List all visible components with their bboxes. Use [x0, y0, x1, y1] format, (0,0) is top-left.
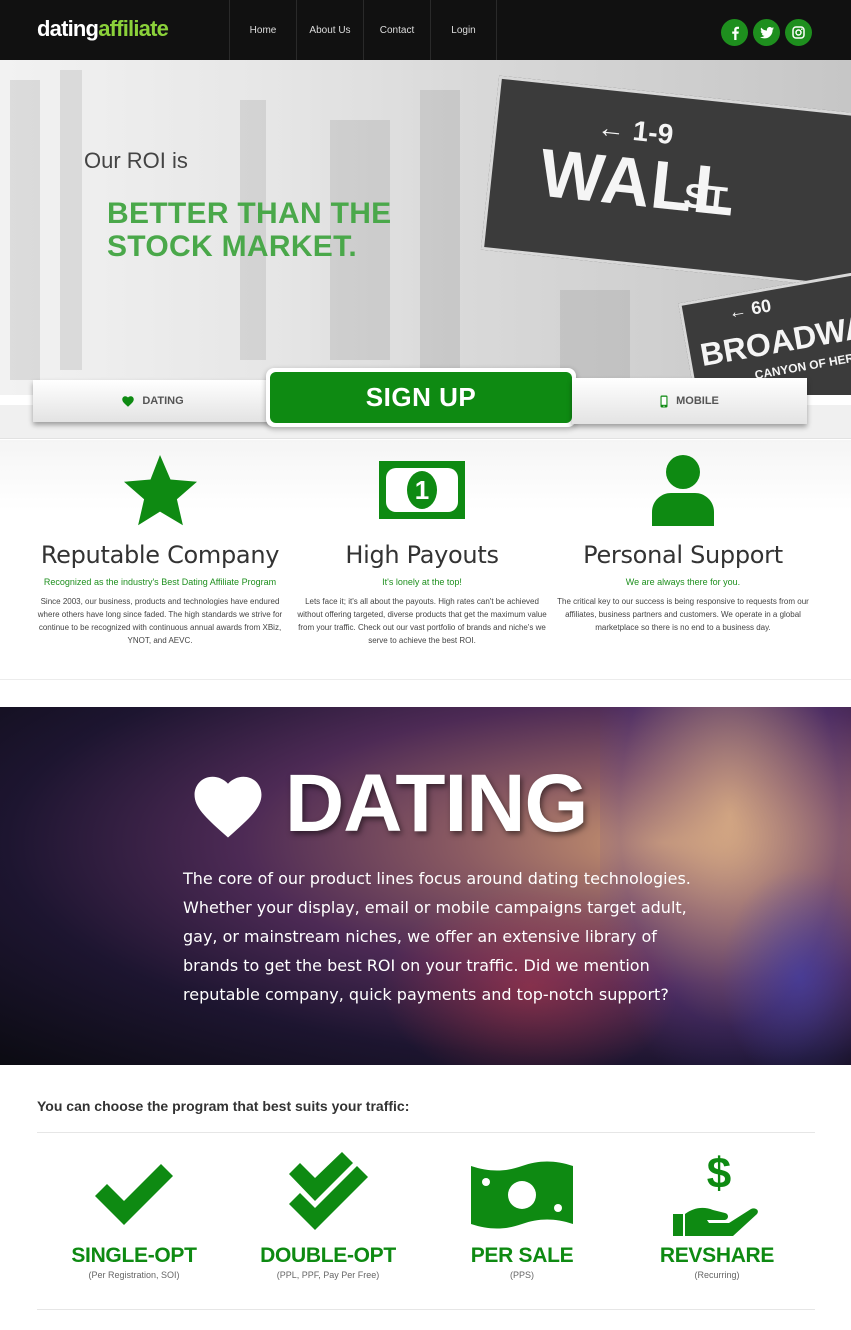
program-double-opt: DOUBLE-OPT (PPL, PPF, Pay Per Free)	[233, 1150, 423, 1280]
program-single-opt: SINGLE-OPT (Per Registration, SOI)	[39, 1150, 229, 1280]
feature-high-payouts: 1 High Payouts It's lonely at the top! L…	[292, 450, 552, 647]
dating-banner: DATING The core of our product lines foc…	[0, 707, 851, 1065]
feature-personal-support: Personal Support We are always there for…	[553, 450, 813, 634]
feature-tagline: It's lonely at the top!	[382, 577, 462, 587]
feature-description: Since 2003, our business, products and t…	[37, 597, 283, 645]
program-subtitle: (Per Registration, SOI)	[88, 1270, 180, 1280]
heart-icon	[194, 776, 262, 838]
tab-dating[interactable]: DATING	[33, 380, 273, 422]
program-title: SINGLE-OPT	[71, 1244, 197, 1267]
hand-dollar-icon: $	[673, 1152, 758, 1236]
facebook-icon[interactable]	[721, 19, 748, 46]
signup-button[interactable]: SIGN UP	[266, 368, 576, 427]
program-subtitle: (PPS)	[509, 1270, 534, 1280]
program-title: REVSHARE	[659, 1244, 775, 1267]
dollar-bill-icon: 1	[379, 461, 465, 519]
hero-title: BETTER THAN THE STOCK MARKET.	[107, 197, 392, 263]
program-subtitle: (PPL, PPF, Pay Per Free)	[276, 1270, 380, 1280]
wall-street-sign: ← 1-9 WALL ST	[480, 75, 851, 290]
signup-label: SIGN UP	[270, 372, 572, 423]
tab-mobile[interactable]: MOBILE	[572, 378, 807, 424]
building-column	[10, 80, 40, 380]
program-revshare: $ REVSHARE (Recurring)	[622, 1150, 812, 1280]
money-bill-icon	[471, 1161, 573, 1229]
social-links	[721, 19, 812, 46]
nav-contact[interactable]: Contact	[363, 0, 430, 60]
site-logo[interactable]: datingaffiliate	[37, 16, 169, 42]
checkmark-icon	[95, 1164, 173, 1225]
feature-description: The critical key to our success is being…	[557, 597, 809, 632]
hero-banner: Our ROI is BETTER THAN THE STOCK MARKET.…	[0, 60, 851, 395]
nav-login[interactable]: Login	[430, 0, 497, 60]
feature-title: Personal Support	[583, 541, 783, 569]
program-title: PER SALE	[470, 1244, 574, 1267]
programs-divider-top	[37, 1132, 815, 1133]
user-icon	[652, 455, 714, 526]
twitter-icon[interactable]	[753, 19, 780, 46]
nav-about-us[interactable]: About Us	[296, 0, 363, 60]
dating-title: DATING	[285, 758, 588, 849]
program-title: DOUBLE-OPT	[260, 1244, 396, 1267]
banner-photo-glow	[720, 867, 851, 1065]
heart-icon	[122, 395, 135, 407]
programs-divider-bottom	[37, 1309, 815, 1310]
sign2-arrow: ← 60	[726, 295, 773, 323]
hero-title-line2: STOCK MARKET.	[107, 230, 358, 263]
tab-dating-label: DATING	[142, 395, 184, 407]
instagram-icon[interactable]	[785, 19, 812, 46]
nav-links: Home About Us Contact Login	[229, 0, 497, 60]
feature-tagline: Recognized as the industry's Best Dating…	[43, 577, 277, 587]
feature-title: High Payouts	[345, 541, 499, 569]
feature-tagline: We are always there for you.	[625, 577, 741, 587]
hero-subtitle: Our ROI is	[84, 148, 188, 173]
feature-reputable-company: Reputable Company Recognized as the indu…	[30, 450, 290, 647]
programs-heading: You can choose the program that best sui…	[37, 1098, 410, 1114]
sign-st-text: ST	[681, 176, 729, 219]
broadway-sign: ← 60 BROADWAY CANYON OF HEROES	[678, 268, 851, 395]
building-column	[60, 70, 82, 370]
program-per-sale: PER SALE (PPS)	[427, 1150, 617, 1280]
svg-text:1: 1	[415, 475, 429, 505]
top-navbar: datingaffiliate Home About Us Contact Lo…	[0, 0, 851, 60]
building-column	[420, 90, 460, 370]
tab-mobile-label: MOBILE	[676, 395, 719, 407]
feature-description: Lets face it; it's all about the payouts…	[297, 597, 547, 645]
section-divider	[0, 679, 851, 680]
double-checkmark-icon	[289, 1152, 368, 1230]
svg-text:$: $	[707, 1152, 731, 1198]
mobile-phone-icon	[660, 395, 668, 407]
feature-title: Reputable Company	[40, 541, 280, 569]
dating-description: The core of our product lines focus arou…	[183, 869, 691, 1004]
nav-home[interactable]: Home	[229, 0, 296, 60]
program-subtitle: (Recurring)	[694, 1270, 740, 1280]
hero-title-line1: BETTER THAN THE	[107, 197, 392, 230]
star-icon	[124, 455, 197, 526]
